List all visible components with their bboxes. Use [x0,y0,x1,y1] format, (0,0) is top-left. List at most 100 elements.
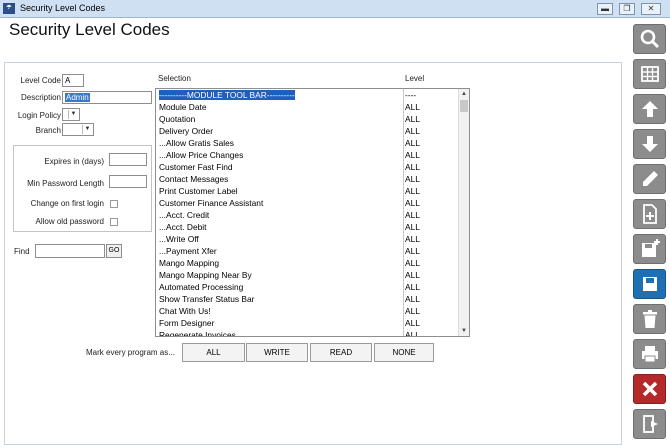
find-input[interactable] [35,244,105,258]
list-item-name-text: Mango Mapping [159,258,220,268]
exit-button[interactable] [633,409,666,439]
list-item[interactable]: Customer Finance Assistant ALL [156,197,456,209]
list-item[interactable]: Module Date ALL [156,101,456,113]
list-item-level: ALL [405,126,420,136]
scroll-thumb[interactable] [460,100,468,112]
list-item[interactable]: ...Payment Xfer ALL [156,245,456,257]
list-item-name-text: ...Allow Price Changes [159,150,244,160]
list-item-name: ...Allow Price Changes [159,149,403,161]
level-code-input[interactable]: A [62,74,84,87]
exit-door-icon [643,415,658,433]
list-item[interactable]: Quotation ALL [156,113,456,125]
new-button[interactable] [633,199,666,229]
list-item-name: Form Designer [159,317,403,329]
list-item-name: Print Customer Label [159,185,403,197]
list-item-level: ALL [405,114,420,124]
list-item[interactable]: Delivery Order ALL [156,125,456,137]
list-item[interactable]: ...Write Off ALL [156,233,456,245]
list-item-level: ALL [405,162,420,172]
list-item-name-text: Automated Processing [159,282,244,292]
list-item[interactable]: ----------MODULE TOOL BAR---------- ---- [156,89,456,101]
delete-button[interactable] [633,304,666,334]
list-item-name: Mango Mapping [159,257,403,269]
edit-button[interactable] [633,164,666,194]
list-item-name: ----------MODULE TOOL BAR---------- [159,89,403,101]
list-item[interactable]: ...Acct. Debit ALL [156,221,456,233]
mark-none-button[interactable]: NONE [374,343,434,362]
scroll-down-icon[interactable]: ▼ [459,326,469,336]
mark-write-button[interactable]: WRITE [246,343,308,362]
list-item[interactable]: Chat With Us! ALL [156,305,456,317]
list-item-level: ALL [405,210,420,220]
list-item-name: Regenerate Invoices [159,329,403,337]
search-button[interactable] [633,24,666,54]
mark-read-button[interactable]: READ [310,343,372,362]
description-input[interactable]: Admin [62,91,152,104]
list-item[interactable]: Print Customer Label ALL [156,185,456,197]
list-item-level: ---- [405,90,417,100]
list-item-name-text: Delivery Order [159,126,213,136]
selection-column-header: Selection [158,74,191,83]
level-column-header: Level [405,74,425,83]
arrow-up-icon [642,101,658,117]
list-item[interactable]: ...Allow Gratis Sales ALL [156,137,456,149]
min-password-input[interactable] [109,175,147,188]
list-item-name-text: Show Transfer Status Bar [159,294,255,304]
list-item-name: ...Write Off [159,233,403,245]
list-item-name: Contact Messages [159,173,403,185]
list-item-level: ALL [405,138,420,148]
minimize-icon: ▬ [601,4,609,13]
login-policy-select[interactable]: ▼ [62,108,80,121]
branch-select[interactable]: ▼ [62,123,94,136]
mark-every-program-label: Mark every program as... [86,348,175,357]
list-item-name: Customer Fast Find [159,161,403,173]
print-button[interactable] [633,339,666,369]
list-item-level: ALL [405,234,420,244]
list-item[interactable]: Mango Mapping Near By ALL [156,269,456,281]
list-item-name-text: Regenerate Invoices [159,330,236,337]
list-item[interactable]: ...Acct. Credit ALL [156,209,456,221]
list-item[interactable]: Automated Processing ALL [156,281,456,293]
list-item[interactable]: Show Transfer Status Bar ALL [156,293,456,305]
restore-button[interactable]: ❐ [619,3,635,15]
page-title: Security Level Codes [9,20,170,39]
list-scrollbar[interactable]: ▲ ▼ [458,89,469,336]
list-item[interactable]: Contact Messages ALL [156,173,456,185]
new-document-icon [643,204,657,224]
list-item[interactable]: Customer Fast Find ALL [156,161,456,173]
expires-label: Expires in (days) [44,157,104,166]
move-down-button[interactable] [633,129,666,159]
minimize-button[interactable]: ▬ [597,3,613,15]
list-item[interactable]: ...Allow Price Changes ALL [156,149,456,161]
list-item-name: ...Payment Xfer [159,245,403,257]
go-button[interactable]: GO [106,244,122,258]
list-item[interactable]: Form Designer ALL [156,317,456,329]
window-close-button[interactable]: ✕ [641,3,661,15]
allow-old-password-checkbox[interactable] [110,218,118,226]
window-title: Security Level Codes [20,3,106,13]
save-button[interactable] [633,269,666,299]
list-item[interactable]: Regenerate Invoices ALL [156,329,456,337]
list-item-name-text: Customer Finance Assistant [159,198,264,208]
list-item-name: Delivery Order [159,125,403,137]
list-item-level: ALL [405,282,420,292]
move-up-button[interactable] [633,94,666,124]
expires-input[interactable] [109,153,147,166]
cancel-button[interactable] [633,374,666,404]
save-new-button[interactable] [633,234,666,264]
scroll-up-icon[interactable]: ▲ [459,89,469,99]
list-item-name-text: ----------MODULE TOOL BAR---------- [159,90,295,100]
min-password-label: Min Password Length [27,179,104,188]
branch-label: Branch [35,126,61,135]
list-item-name: Mango Mapping Near By [159,269,403,281]
change-first-login-checkbox[interactable] [110,200,118,208]
grid-view-button[interactable] [633,59,666,89]
list-item-level: ALL [405,222,420,232]
list-item[interactable]: Mango Mapping ALL [156,257,456,269]
list-item-name-text: Customer Fast Find [159,162,233,172]
app-icon: ☂ [3,3,15,14]
list-item-level: ALL [405,246,420,256]
selection-list[interactable]: ----------MODULE TOOL BAR---------- ---- M… [155,88,470,337]
mark-all-button[interactable]: ALL [182,343,245,362]
list-item-name-text: ...Acct. Credit [159,210,210,220]
